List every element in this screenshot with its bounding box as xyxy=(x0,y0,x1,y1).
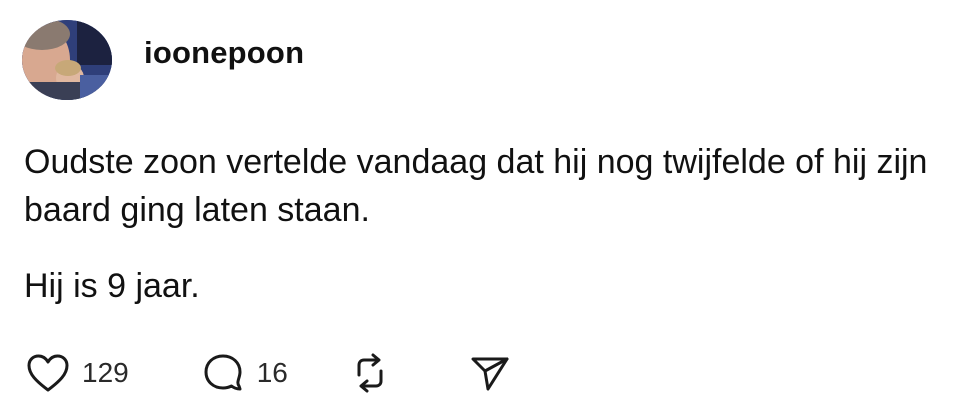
reply-button[interactable]: 16 xyxy=(199,350,288,396)
post-paragraph: Oudste zoon vertelde vandaag dat hij nog… xyxy=(24,143,928,229)
post-paragraph: Hij is 9 jaar. xyxy=(24,267,200,305)
username[interactable]: ioonepoon xyxy=(144,35,304,71)
heart-icon xyxy=(24,350,72,396)
like-count: 129 xyxy=(82,357,129,388)
avatar[interactable] xyxy=(22,20,112,100)
send-icon xyxy=(466,350,514,396)
reply-count: 16 xyxy=(256,357,288,388)
repost-icon xyxy=(346,350,394,396)
post-actions: 129 16 xyxy=(24,350,514,396)
post-header: ioonepoon xyxy=(22,20,304,100)
repost-button[interactable] xyxy=(346,350,394,396)
share-button[interactable] xyxy=(466,350,514,396)
comment-bubble-icon xyxy=(199,350,247,396)
post-content: Oudste zoon vertelde vandaag dat hij nog… xyxy=(24,138,954,310)
thread-post: ioonepoon Oudste zoon vertelde vandaag d… xyxy=(0,0,966,420)
like-button[interactable]: 129 xyxy=(24,350,129,396)
avatar-image xyxy=(22,20,112,100)
